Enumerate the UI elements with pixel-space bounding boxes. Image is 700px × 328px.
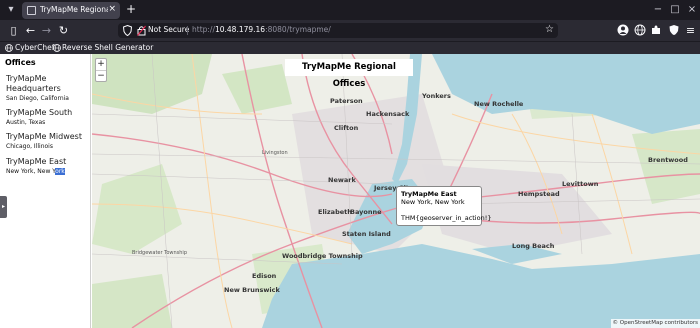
map-label-edison: Edison	[252, 272, 277, 280]
popup-office-name: TryMapMe East	[401, 190, 457, 198]
zoom-out-button[interactable]: −	[96, 70, 106, 81]
browser-tab[interactable]: TryMapMe Regional Offi ×	[22, 2, 120, 19]
url-path: :8080/trymapme/	[265, 25, 331, 34]
map-label-bayonne: Bayonne	[350, 208, 382, 216]
map-label-new-rochelle: New Rochelle	[474, 100, 524, 108]
sidebar-toggle-icon[interactable]: ▯	[7, 24, 20, 37]
page-favicon-icon	[27, 6, 36, 15]
popup-flag-text: THM{geoserver_in_action!}	[401, 214, 492, 222]
maximize-window-icon[interactable]: □	[668, 3, 682, 17]
map-label-elizabeth: Elizabeth	[318, 208, 352, 216]
close-tab-icon[interactable]: ×	[108, 4, 116, 14]
office-name: TryMapMe Midwest	[6, 132, 82, 141]
bookmark-star-icon[interactable]: ☆	[545, 24, 554, 35]
reload-icon[interactable]: ↻	[57, 24, 70, 37]
url-scheme: http://	[192, 25, 215, 34]
map-label-woodbridge: Woodbridge Township	[282, 252, 363, 260]
map-label-clifton: Clifton	[334, 124, 359, 132]
map-label-paterson: Paterson	[330, 97, 363, 105]
office-item-headquarters[interactable]: TryMapMe Headquarters San Diego, Califor…	[6, 74, 90, 103]
selected-text: ork	[55, 168, 65, 175]
forward-arrow-icon[interactable]: →	[40, 24, 53, 37]
map-view[interactable]: Paterson Hackensack Yonkers New Rochelle…	[92, 54, 700, 328]
popup-office-location: New York, New York	[401, 198, 465, 206]
office-item-midwest[interactable]: TryMapMe Midwest Chicago, Illinois	[6, 132, 90, 151]
tab-title: TryMapMe Regional Offi	[40, 5, 108, 14]
not-secure-label: Not Secure	[148, 25, 190, 34]
office-location-text: New York, New Y	[6, 168, 56, 175]
office-item-east[interactable]: TryMapMe East New York, New York	[6, 157, 90, 176]
office-location: Austin, Texas	[6, 119, 46, 126]
offices-sidebar: Offices TryMapMe Headquarters San Diego,…	[0, 54, 91, 328]
offices-heading: Offices	[5, 58, 36, 67]
office-name: TryMapMe South	[6, 108, 73, 117]
bookmark-cyberchef[interactable]: CyberChef	[15, 43, 54, 52]
back-arrow-icon[interactable]: ←	[24, 24, 37, 37]
cyberchef-globe-icon	[5, 44, 13, 52]
map-label-livingston: Livingston	[262, 150, 288, 156]
map-label-levittown: Levittown	[562, 180, 599, 188]
close-window-icon[interactable]: ×	[685, 3, 699, 17]
shield-extension-icon[interactable]	[668, 24, 680, 36]
office-name: TryMapMe East	[6, 157, 67, 166]
office-name: TryMapMe Headquarters	[6, 74, 61, 93]
zoom-control: + −	[95, 58, 107, 82]
address-bar[interactable]: Not Secure http://10.48.179.16:8080/trym…	[118, 23, 558, 38]
url-host: 10.48.179.16	[214, 25, 266, 34]
new-tab-button[interactable]: +	[126, 2, 136, 16]
extension-puzzle-icon[interactable]	[650, 24, 662, 36]
url-separator	[187, 26, 188, 35]
office-popup: TryMapMe East New York, New York THM{geo…	[396, 186, 492, 226]
office-location: San Diego, California	[6, 95, 69, 102]
office-location: New York, New York	[6, 167, 90, 176]
tab-list-icon[interactable]: ▾	[4, 3, 18, 17]
map-label-hackensack: Hackensack	[366, 110, 410, 118]
app-menu-icon[interactable]: ≡	[684, 24, 697, 37]
map-label-brentwood: Brentwood	[648, 156, 688, 164]
map-label-staten-island: Staten Island	[342, 230, 391, 238]
map-label-bridgewater: Bridgewater Township	[132, 250, 187, 256]
url-text[interactable]: http://10.48.179.16:8080/trymapme/	[192, 25, 331, 34]
browser-tab-bar: ▾ TryMapMe Regional Offi × + − □ ×	[0, 0, 700, 20]
insecure-lock-icon[interactable]	[137, 25, 146, 36]
account-icon[interactable]	[617, 24, 629, 36]
zoom-in-button[interactable]: +	[96, 59, 106, 70]
map-label-newark: Newark	[328, 176, 356, 184]
sidebar-drag-handle[interactable]: ▸	[0, 196, 7, 218]
office-item-south[interactable]: TryMapMe South Austin, Texas	[6, 108, 90, 127]
map-title: TryMapMe Regional Offices	[285, 59, 413, 89]
reverse-shell-globe-icon	[53, 44, 61, 52]
bookmarks-toolbar: CyberChef Reverse Shell Generator	[0, 41, 700, 54]
office-location: Chicago, Illinois	[6, 143, 53, 150]
vpn-globe-icon[interactable]	[634, 24, 646, 36]
map-label-hempstead: Hempstead	[518, 190, 560, 198]
map-label-long-beach: Long Beach	[512, 242, 555, 250]
map-label-yonkers: Yonkers	[422, 92, 451, 100]
bookmark-reverse-shell-generator[interactable]: Reverse Shell Generator	[62, 43, 153, 52]
map-attribution[interactable]: © OpenStreetMap contributors	[610, 319, 700, 328]
browser-nav-bar: ▯ ← → ↻ Not Secure http://10.48.179.16:8…	[0, 20, 700, 41]
minimize-window-icon[interactable]: −	[651, 3, 665, 17]
map-label-new-brunswick: New Brunswick	[224, 286, 280, 294]
tracking-shield-icon[interactable]	[123, 25, 132, 36]
